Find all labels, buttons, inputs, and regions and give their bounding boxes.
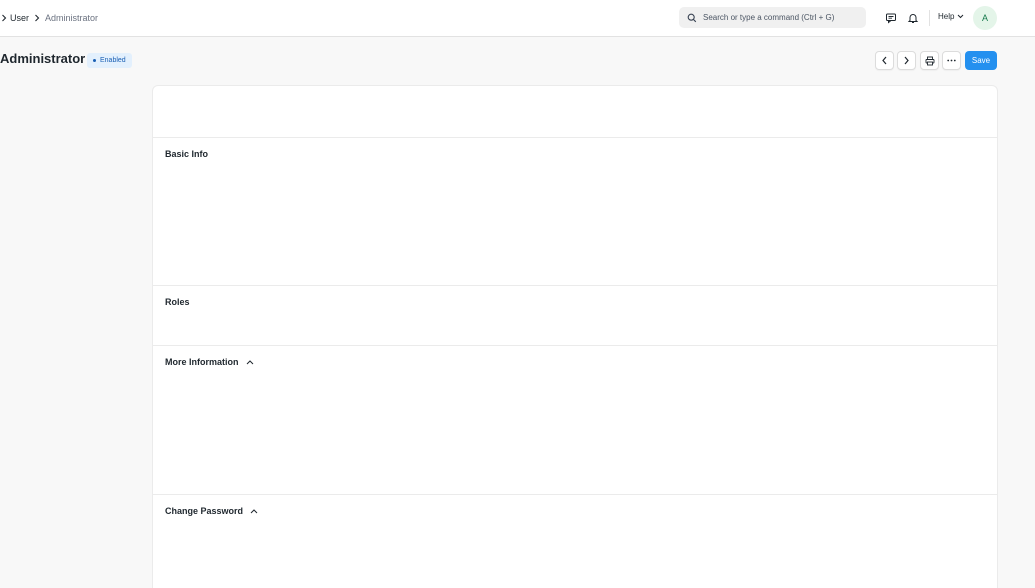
section-divider xyxy=(153,137,997,138)
more-actions-button[interactable] xyxy=(942,51,961,70)
section-title: Roles xyxy=(165,297,190,307)
section-divider xyxy=(153,345,997,346)
search-placeholder: Search or type a command (Ctrl + G) xyxy=(703,13,835,22)
save-button[interactable]: Save xyxy=(965,51,997,70)
form-card: Basic Info Roles More Information Change… xyxy=(152,85,998,588)
status-label: Enabled xyxy=(100,57,126,64)
section-basic-info: Basic Info xyxy=(165,149,208,159)
printer-icon xyxy=(925,56,934,65)
section-change-password[interactable]: Change Password xyxy=(165,506,258,516)
section-title: More Information xyxy=(165,357,239,367)
section-title: Basic Info xyxy=(165,149,209,159)
chevron-down-icon xyxy=(958,14,964,19)
chevron-right-icon xyxy=(33,13,41,23)
chevron-left-icon xyxy=(882,56,887,65)
chevron-right-icon xyxy=(904,56,909,65)
navbar: User Administrator Search or type a comm… xyxy=(0,0,1035,37)
breadcrumb: User Administrator xyxy=(0,11,98,25)
search-bar[interactable]: Search or type a command (Ctrl + G) xyxy=(679,7,866,28)
chevron-right-icon xyxy=(0,13,8,23)
status-dot xyxy=(93,59,96,62)
ellipsis-icon xyxy=(947,59,956,62)
avatar[interactable]: A xyxy=(973,6,997,30)
help-dropdown[interactable]: Help xyxy=(938,12,964,21)
status-badge: Enabled xyxy=(87,53,132,68)
chevron-up-icon xyxy=(250,508,258,513)
section-title: Change Password xyxy=(165,506,244,516)
next-button[interactable] xyxy=(897,51,916,70)
bell-icon[interactable] xyxy=(906,11,920,25)
section-roles: Roles xyxy=(165,297,190,307)
chat-icon[interactable] xyxy=(884,11,898,25)
breadcrumb-current: Administrator xyxy=(45,13,99,23)
page-title: Administrator xyxy=(0,51,86,66)
help-label: Help xyxy=(938,12,955,21)
navbar-divider xyxy=(929,10,930,26)
section-divider xyxy=(153,285,997,286)
print-button[interactable] xyxy=(920,51,939,70)
chevron-up-icon xyxy=(246,359,253,364)
section-more-information[interactable]: More Information xyxy=(165,357,254,367)
previous-button[interactable] xyxy=(875,51,894,70)
breadcrumb-user-link[interactable]: User xyxy=(10,13,29,23)
search-icon xyxy=(687,13,697,22)
section-divider xyxy=(153,494,997,495)
